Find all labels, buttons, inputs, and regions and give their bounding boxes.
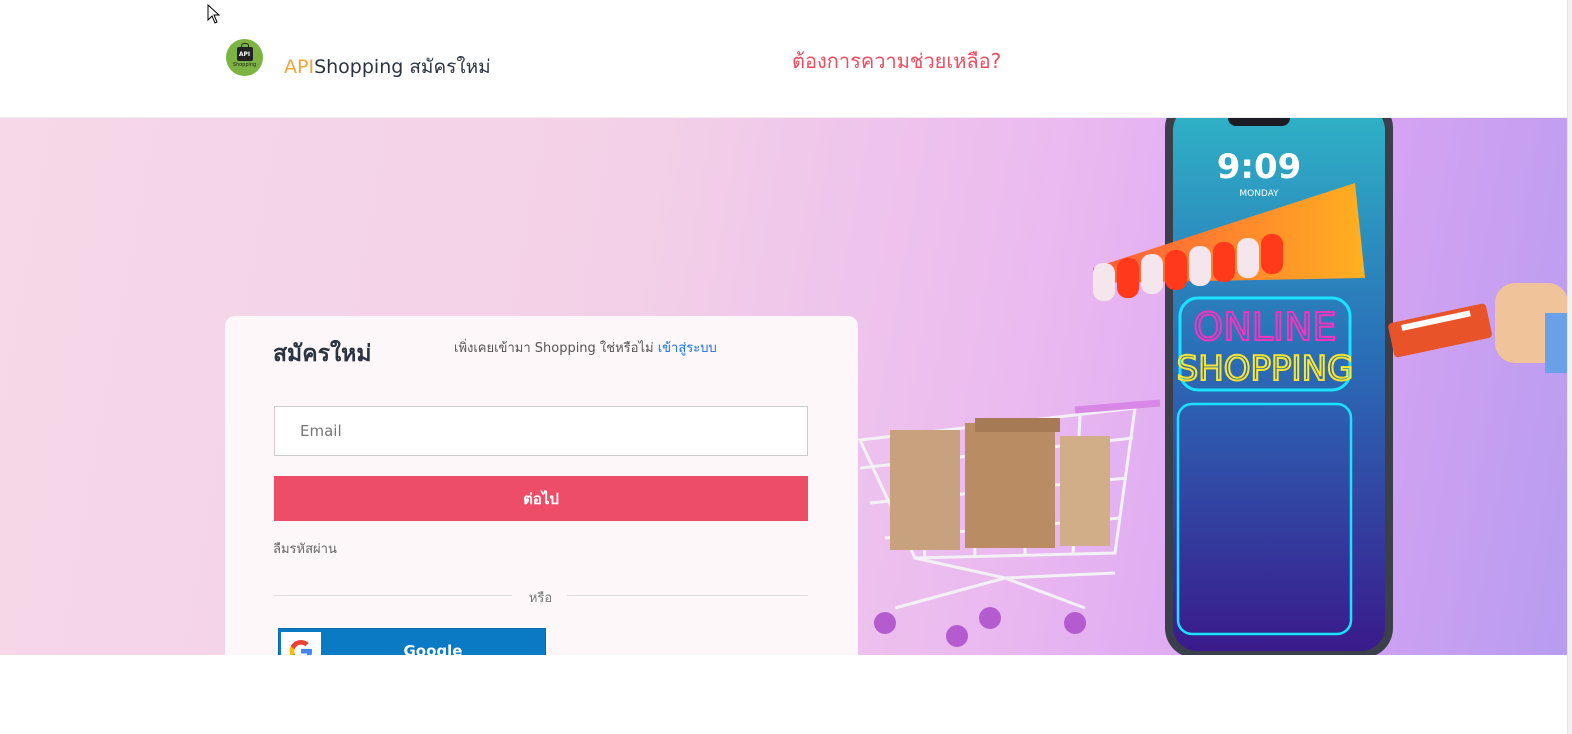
signup-title: สมัครใหม่ [273, 341, 372, 367]
or-divider-text: หรือ [528, 591, 553, 606]
google-button-label: Google [403, 642, 463, 655]
logo-caption: Shopping [232, 62, 257, 68]
neon-sign-line2: SHOPPING [1177, 349, 1354, 389]
email-input[interactable] [274, 406, 808, 456]
logo-icon[interactable]: API Shopping [226, 39, 263, 76]
hero-banner: 9:09 MONDAY ONLINE SHOPPING สมัครใหม่ เพ… [0, 118, 1568, 655]
online-shopping-illustration: 9:09 MONDAY ONLINE SHOPPING [857, 118, 1568, 655]
page-scrollbar[interactable] [1567, 0, 1572, 734]
divider-left [274, 595, 512, 596]
phone-time: 9:09 [1217, 147, 1302, 187]
next-button[interactable]: ต่อไป [274, 476, 808, 521]
phone-day: MONDAY [1239, 189, 1279, 199]
signup-card: สมัครใหม่ เพิ่งเคยเข้ามา Shopping ใช่หรื… [225, 316, 858, 655]
google-icon [281, 632, 321, 655]
help-link[interactable]: ต้องการความช่วยเหลือ? [792, 45, 1001, 77]
header: API Shopping APIShopping สมัครใหม่ ต้องก… [0, 0, 1572, 118]
brand-rest: Shopping สมัครใหม่ [314, 56, 491, 78]
boxes [890, 418, 1110, 550]
forgot-password-link[interactable]: ลืมรหัสผ่าน [273, 538, 337, 559]
neon-sign-line1: ONLINE [1193, 305, 1336, 349]
brand-accent: API [284, 56, 315, 78]
logo-text: API [238, 50, 251, 58]
already-text: เพิ่งเคยเข้ามา Shopping ใช่หรือไม่ [454, 341, 654, 356]
google-login-button[interactable]: Google [278, 628, 546, 655]
divider-right [567, 595, 808, 596]
shopping-bag-icon: API [236, 43, 253, 61]
cart-wheels [874, 607, 1086, 647]
login-link[interactable]: เข้าสู่ระบบ [658, 341, 717, 356]
cursor-icon [207, 4, 221, 24]
already-member-text: เพิ่งเคยเข้ามา Shopping ใช่หรือไม่ เข้าส… [454, 337, 717, 358]
page-title: APIShopping สมัครใหม่ [284, 52, 491, 82]
